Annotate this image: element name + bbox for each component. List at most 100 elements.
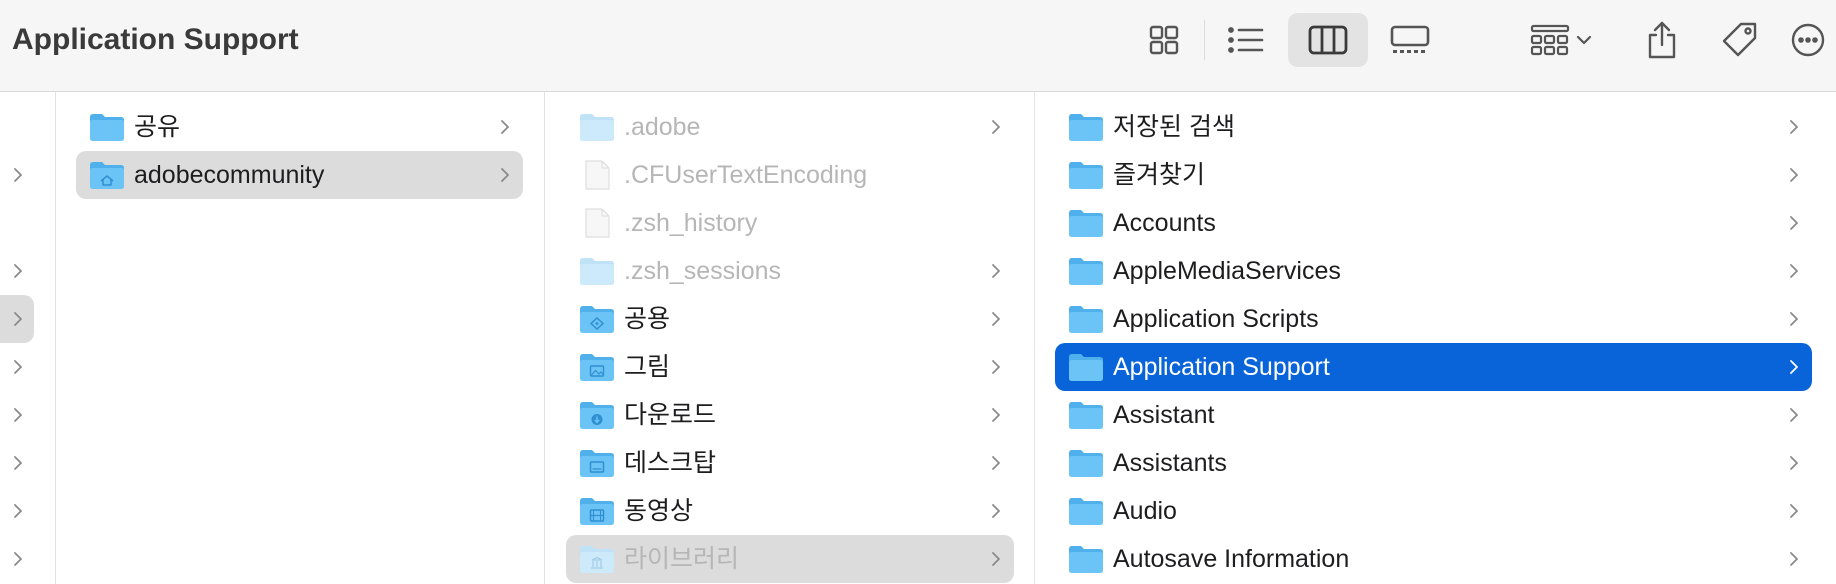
item-label: 다운로드 (624, 401, 717, 429)
list-item[interactable]: .adobe (566, 103, 1014, 151)
chevron-right-icon (992, 408, 1000, 422)
list-item[interactable]: 공용 (566, 295, 1014, 343)
share-button[interactable] (1622, 13, 1702, 67)
item-label: AppleMediaServices (1113, 257, 1341, 285)
list-item[interactable]: Application Support (1055, 343, 1812, 391)
parent-row[interactable] (0, 151, 34, 199)
list-item[interactable]: .CFUserTextEncoding (566, 151, 1014, 199)
chevron-right-icon (1790, 264, 1798, 278)
column-home[interactable]: .adobe .CFUserTextEncoding .zsh_history .zs… (545, 92, 1035, 584)
chevron-right-icon (992, 264, 1000, 278)
chevron-right-icon (14, 264, 22, 278)
chevron-right-icon (1790, 408, 1798, 422)
view-columns-button[interactable] (1288, 13, 1368, 67)
column-library[interactable]: 저장된 검색즐겨찾기 Accounts AppleMediaServices Appl… (1035, 92, 1836, 584)
chevron-right-icon (1790, 456, 1798, 470)
file-icon (585, 208, 610, 238)
folder-icon (1069, 162, 1103, 189)
item-label: 즐겨찾기 (1113, 161, 1206, 189)
item-label: Application Scripts (1113, 305, 1319, 333)
grid-icon (1149, 25, 1179, 55)
item-label: .CFUserTextEncoding (624, 161, 868, 189)
list-item[interactable]: 공유 (76, 103, 523, 151)
list-item[interactable]: Accounts (1055, 199, 1812, 247)
chevron-right-icon (1790, 120, 1798, 134)
chevron-right-icon (1790, 504, 1798, 518)
file-icon (585, 160, 610, 190)
chevron-right-icon (992, 504, 1000, 518)
list-item[interactable]: 저장된 검색 (1055, 103, 1812, 151)
list-item[interactable]: AppleMediaServices (1055, 247, 1812, 295)
parent-row[interactable] (0, 535, 34, 583)
list-item[interactable]: .zsh_sessions (566, 247, 1014, 295)
parent-row[interactable] (0, 439, 34, 487)
parent-row[interactable] (0, 199, 34, 247)
columns-icon (1308, 25, 1348, 55)
more-button[interactable] (1788, 13, 1836, 67)
view-icons-button[interactable] (1124, 13, 1204, 67)
tag-icon (1722, 22, 1757, 57)
gallery-icon (1390, 25, 1430, 53)
chevron-right-icon (1790, 360, 1798, 374)
view-list-button[interactable] (1206, 13, 1286, 67)
list-item[interactable]: Application Scripts (1055, 295, 1812, 343)
folder-icon (1069, 450, 1103, 477)
folder-icon (1069, 210, 1103, 237)
chevron-right-icon (14, 168, 22, 182)
item-label: 라이브러리 (624, 545, 740, 573)
list-item[interactable]: .zsh_history (566, 199, 1014, 247)
parent-row[interactable] (0, 391, 34, 439)
list-item[interactable]: Assistant (1055, 391, 1812, 439)
item-label: 동영상 (624, 497, 694, 525)
tags-button[interactable] (1700, 13, 1780, 67)
item-label: 데스크탑 (624, 449, 717, 477)
item-label: Accounts (1113, 209, 1216, 237)
parent-row[interactable] (0, 343, 34, 391)
ellipsis-icon (1791, 23, 1825, 57)
desktop-folder-icon (580, 450, 614, 477)
list-icon (1228, 27, 1264, 53)
list-item[interactable]: 라이브러리 (566, 535, 1014, 583)
folder-icon (1069, 306, 1103, 333)
list-item[interactable]: 즐겨찾기 (1055, 151, 1812, 199)
parent-row[interactable] (0, 295, 34, 343)
list-item[interactable]: Assistants (1055, 439, 1812, 487)
chevron-right-icon (1790, 168, 1798, 182)
item-label: Application Support (1113, 353, 1330, 381)
item-label: 공용 (624, 305, 671, 333)
view-gallery-button[interactable] (1370, 13, 1450, 67)
item-label: .adobe (624, 113, 701, 141)
downloads-folder-icon (580, 402, 614, 429)
list-item[interactable]: Audio (1055, 487, 1812, 535)
list-item[interactable]: adobecommunity (76, 151, 523, 199)
chevron-right-icon (1790, 216, 1798, 230)
parent-row[interactable] (0, 487, 34, 535)
folder-icon (1069, 354, 1103, 381)
movies-folder-icon (580, 498, 614, 525)
list-item[interactable]: 다운로드 (566, 391, 1014, 439)
list-item[interactable]: 데스크탑 (566, 439, 1014, 487)
list-item[interactable]: 동영상 (566, 487, 1014, 535)
item-label: Audio (1113, 497, 1177, 525)
chevron-right-icon (992, 120, 1000, 134)
folder-icon (1069, 498, 1103, 525)
share-icon (1648, 21, 1676, 59)
list-item[interactable]: 그림 (566, 343, 1014, 391)
column-parent[interactable] (0, 92, 56, 584)
chevron-right-icon (992, 552, 1000, 566)
chevron-right-icon (14, 408, 22, 422)
column-users[interactable]: 공유 adobecommunity (56, 92, 545, 584)
chevron-right-icon (1790, 552, 1798, 566)
group-button[interactable] (1522, 13, 1602, 67)
folder-icon (580, 258, 614, 285)
chevron-right-icon (14, 312, 22, 326)
parent-row[interactable] (0, 247, 34, 295)
chevron-right-icon (501, 168, 509, 182)
chevron-right-icon (992, 456, 1000, 470)
window-title: Application Support (12, 23, 299, 56)
list-item[interactable]: Autosave Information (1055, 535, 1812, 583)
home-folder-icon (90, 162, 124, 189)
chevron-right-icon (992, 360, 1000, 374)
chevron-right-icon (992, 312, 1000, 326)
folder-icon (1069, 258, 1103, 285)
